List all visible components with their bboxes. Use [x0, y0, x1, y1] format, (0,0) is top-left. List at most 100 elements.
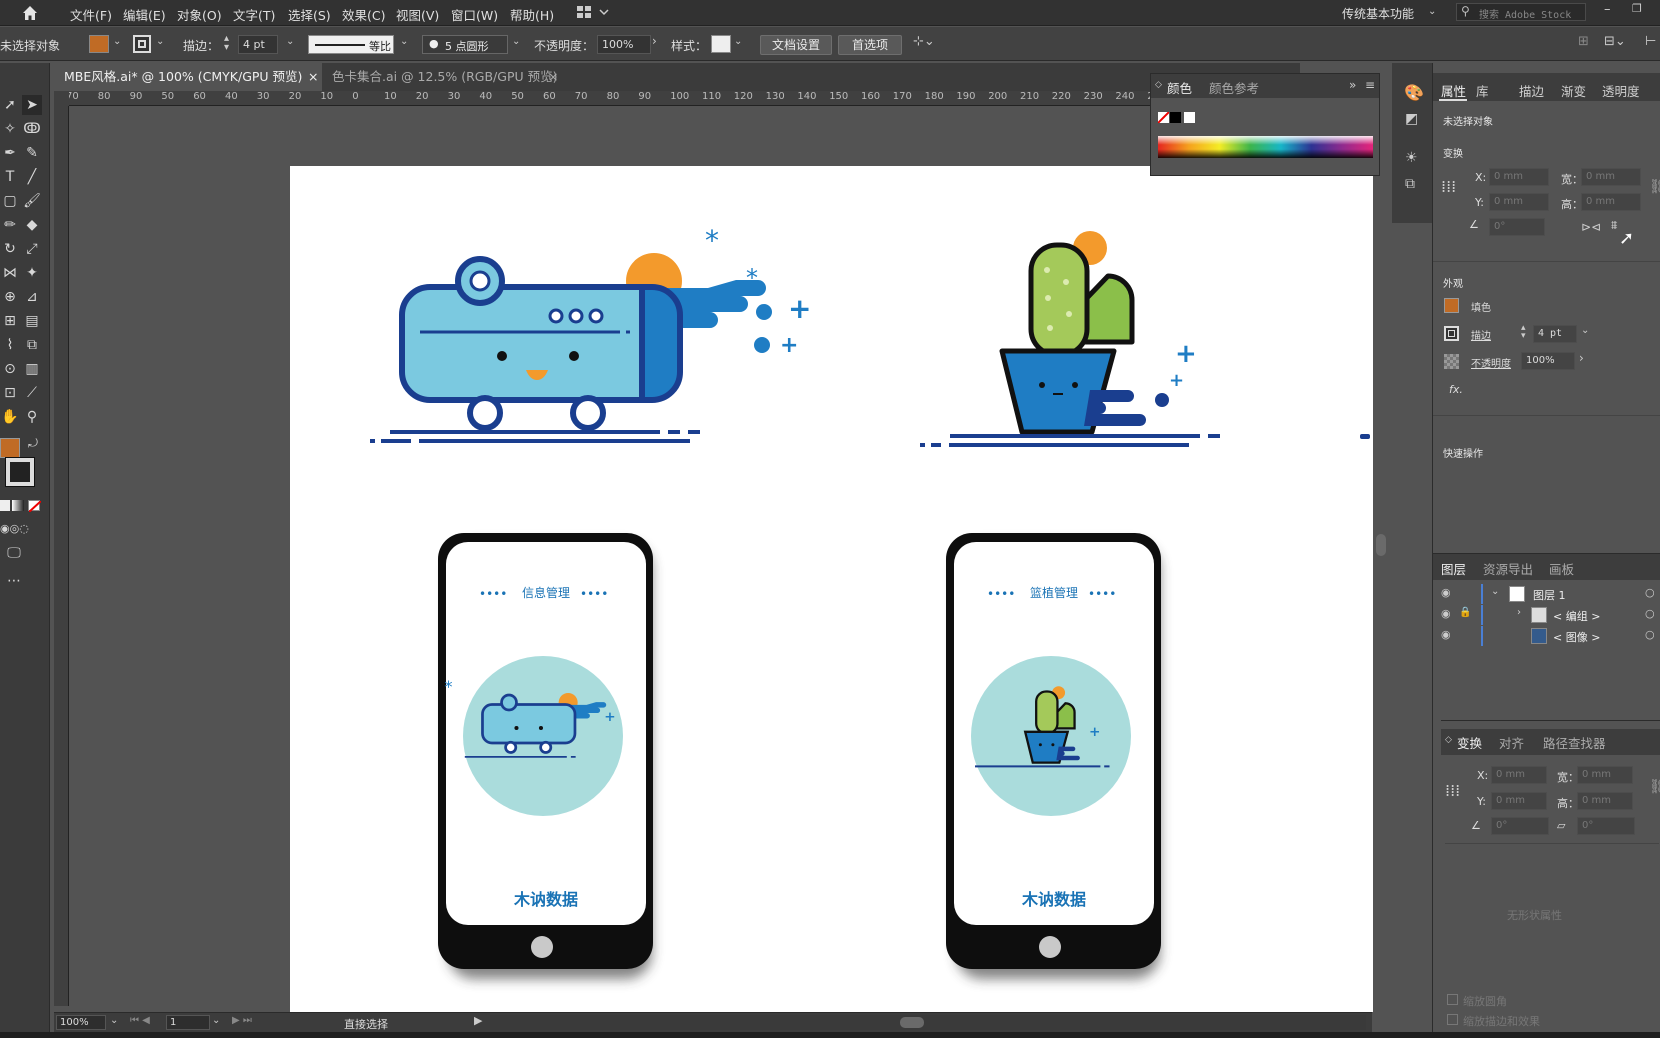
menu-object[interactable]: 对象(O)	[177, 5, 222, 24]
layer-row[interactable]: ◉ ⌄ 图层 1 ○	[1433, 584, 1660, 604]
shear-field[interactable]: 0°	[1577, 817, 1635, 835]
menu-window[interactable]: 窗口(W)	[451, 5, 498, 24]
eye-icon[interactable]: ◉	[1441, 607, 1451, 620]
color-guide-icon[interactable]: ◩	[1405, 111, 1418, 127]
chevron-down-icon[interactable]: ⌄	[1491, 586, 1499, 597]
scale-strokes-checkbox[interactable]	[1447, 1014, 1458, 1025]
magic-wand-icon[interactable]: ✧	[0, 119, 20, 139]
tab-gradient[interactable]: 渐变	[1561, 81, 1586, 100]
menu-view[interactable]: 视图(V)	[396, 5, 439, 24]
chevron-down-icon[interactable]: ⌄	[400, 36, 408, 47]
chevron-down-icon[interactable]: ⌄	[734, 36, 742, 47]
scale-corners-checkbox[interactable]	[1447, 994, 1458, 1005]
collapse-icon[interactable]: ◇	[1155, 80, 1162, 90]
page-field[interactable]: 1	[166, 1015, 210, 1030]
flip-horizontal-icon[interactable]: ⊳⊲	[1581, 220, 1601, 234]
chevron-right-icon[interactable]: ▶	[474, 1014, 482, 1027]
gradient-tool-icon[interactable]: ▤	[22, 311, 42, 331]
fx-button[interactable]: fx.	[1449, 383, 1463, 396]
style-swatch[interactable]	[711, 35, 731, 53]
zoom-tool-icon[interactable]: ⚲	[22, 407, 42, 427]
opacity-field[interactable]: 100%	[1521, 352, 1575, 370]
artboard[interactable]: * * + + + + •••• •••• * + •••• •••• + 信息…	[290, 166, 1373, 1012]
h-field[interactable]: 0 mm	[1581, 193, 1641, 211]
graph-tool-icon[interactable]: ▥	[22, 359, 42, 379]
chevron-right-icon[interactable]: ›	[652, 34, 657, 48]
hand-tool-icon[interactable]: ✋	[0, 407, 20, 427]
selection-tool-icon[interactable]: ➚	[0, 95, 20, 115]
color-mode-icon[interactable]	[0, 500, 10, 511]
angle-field[interactable]: 0°	[1491, 817, 1549, 835]
pen-tool-icon[interactable]: ✒	[0, 143, 20, 163]
eraser-tool-icon[interactable]: ◆	[22, 215, 42, 235]
chevron-down-icon[interactable]: ⌄	[113, 36, 121, 47]
paintbrush-tool-icon[interactable]: 🖌	[22, 191, 42, 211]
w-field[interactable]: 0 mm	[1581, 168, 1641, 186]
layer-row[interactable]: ◉ < 图像 > ○	[1433, 626, 1660, 646]
more-tools-icon[interactable]: ⋯	[4, 571, 24, 591]
export-icon[interactable]: ⧉	[1405, 176, 1415, 192]
link-icon[interactable]: ⛓	[1649, 179, 1660, 195]
tab-mbe-style[interactable]: MBE风格.ai* @ 100% (CMYK/GPU 预览) ×	[54, 63, 322, 91]
rectangle-tool-icon[interactable]: ▢	[0, 191, 20, 211]
tab-pathfinder[interactable]: 路径查找器	[1543, 733, 1606, 752]
zoom-field[interactable]: 100%	[56, 1015, 106, 1030]
draw-mode-icon[interactable]: ◉◎◌	[0, 519, 29, 539]
curvature-tool-icon[interactable]: ✎	[22, 143, 42, 163]
chevron-down-icon[interactable]: ⌄	[512, 36, 520, 47]
puppet-warp-icon[interactable]: ⊹⌄	[913, 34, 935, 49]
x-field[interactable]: 0 mm	[1491, 766, 1547, 784]
target-icon[interactable]: ○	[1645, 628, 1655, 641]
eye-icon[interactable]: ◉	[1441, 628, 1451, 641]
line-tool-icon[interactable]: ╱	[22, 167, 42, 187]
transform-icon[interactable]: ⊢	[1645, 34, 1656, 49]
collapse-icon[interactable]: ◇	[1445, 735, 1452, 745]
gradient-mode-icon[interactable]	[12, 500, 24, 511]
tab-stroke[interactable]: 描边	[1519, 81, 1544, 100]
first-page-icon[interactable]: ⏮ ◀	[130, 1015, 150, 1026]
link-icon[interactable]: ⛓	[1649, 779, 1660, 795]
tab-transform[interactable]: 变换	[1457, 733, 1482, 752]
stroke-weight-input[interactable]: 4 pt	[238, 35, 278, 54]
layer-row[interactable]: ◉ 🔒 › < 编组 > ○	[1433, 605, 1660, 625]
slice-tool-icon[interactable]: ⟋	[22, 383, 42, 403]
stroke-swatch[interactable]	[1444, 326, 1459, 341]
black-swatch[interactable]	[1170, 112, 1181, 123]
stroke-color-box[interactable]	[5, 457, 35, 487]
distribute-icon[interactable]: ⊟⌄	[1604, 34, 1626, 49]
stock-search-input[interactable]: ⚲ 搜索 Adobe Stock	[1456, 3, 1586, 21]
align-icon[interactable]: ⊞	[1578, 34, 1589, 49]
lasso-tool-icon[interactable]: ↂ	[22, 119, 42, 139]
artboard-tool-icon[interactable]: ⊡	[0, 383, 20, 403]
tab-color-guide[interactable]: 颜色参考	[1209, 78, 1259, 97]
tab-color[interactable]: 颜色	[1167, 78, 1192, 97]
type-tool-icon[interactable]: T	[0, 167, 20, 187]
menu-type[interactable]: 文字(T)	[233, 5, 275, 24]
arrange-documents-icon[interactable]	[576, 4, 610, 20]
last-page-icon[interactable]: ▶ ⏭	[232, 1015, 252, 1026]
minimize-icon[interactable]: –	[1604, 2, 1611, 17]
menu-effect[interactable]: 效果(C)	[342, 5, 385, 24]
chevron-down-icon[interactable]: ⌄	[212, 1015, 220, 1026]
tab-asset-export[interactable]: 资源导出	[1483, 559, 1533, 578]
menu-help[interactable]: 帮助(H)	[510, 5, 554, 24]
chevron-down-icon[interactable]: ⌄	[286, 36, 294, 47]
target-icon[interactable]: ○	[1645, 607, 1655, 620]
sun-icon[interactable]: ☀	[1405, 150, 1418, 166]
menu-file[interactable]: 文件(F)	[70, 5, 112, 24]
chevron-down-icon[interactable]: ⌄	[1581, 325, 1589, 336]
document-setup-button[interactable]: 文档设置	[760, 35, 832, 55]
chevron-down-icon[interactable]: ⌄	[156, 36, 164, 47]
angle-field[interactable]: 0°	[1489, 218, 1545, 236]
canvas-scrollbar[interactable]	[1374, 106, 1388, 1012]
eyedropper-tool-icon[interactable]: ⌇	[0, 335, 20, 355]
home-icon[interactable]	[20, 3, 40, 23]
shape-builder-icon[interactable]: ⊕	[0, 287, 20, 307]
lock-icon[interactable]: 🔒	[1459, 607, 1471, 618]
preferences-button[interactable]: 首选项	[838, 35, 902, 55]
horizontal-scrollbar[interactable]	[490, 1015, 1366, 1030]
stroke-profile-select[interactable]: 等比	[308, 35, 394, 54]
pencil-tool-icon[interactable]: ✏	[0, 215, 20, 235]
reference-point-icon[interactable]: ⁞⁞⁞	[1445, 781, 1460, 800]
tab-transparency[interactable]: 透明度	[1602, 81, 1640, 100]
